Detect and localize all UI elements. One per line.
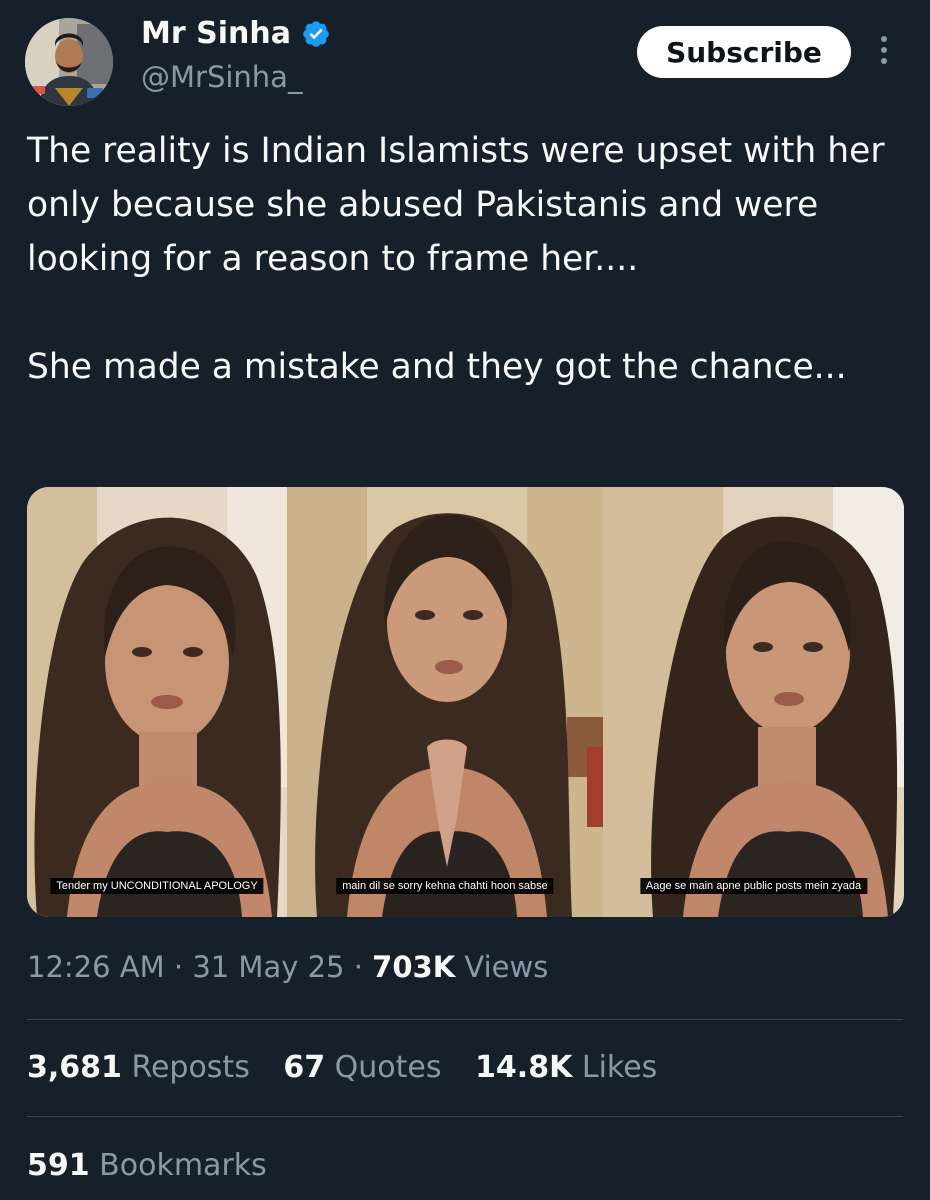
- verified-badge-icon: [303, 20, 329, 47]
- bookmarks-label: Bookmarks: [99, 1148, 267, 1183]
- meta-separator: ·: [173, 950, 184, 984]
- portrait-photo: [287, 487, 603, 917]
- author-handle[interactable]: @MrSinha_: [141, 60, 302, 94]
- subscribe-button[interactable]: Subscribe: [637, 26, 851, 78]
- video-frame-3: Aage se main apne public posts mein zyad…: [603, 487, 904, 917]
- portrait-photo: [603, 487, 904, 917]
- reposts-count: 3,681: [27, 1050, 122, 1085]
- video-caption: main dil se sorry kehna chahti hoon sabs…: [336, 878, 554, 894]
- quotes-label: Quotes: [334, 1050, 442, 1085]
- video-frame-1: Tender my UNCONDITIONAL APOLOGY: [27, 487, 287, 917]
- bookmarks-stat-inner: 591 Bookmarks: [27, 1148, 267, 1183]
- video-caption: Tender my UNCONDITIONAL APOLOGY: [50, 878, 264, 894]
- portrait-photo: [27, 487, 287, 917]
- bookmarks-count: 591: [27, 1148, 90, 1183]
- avatar-image: [25, 18, 113, 106]
- more-vertical-icon[interactable]: [872, 36, 896, 72]
- likes-stat[interactable]: 14.8K Likes: [475, 1050, 657, 1085]
- views-count: 703K: [372, 950, 456, 984]
- divider: [27, 1116, 903, 1117]
- tweet-paragraph: The reality is Indian Islamists were ups…: [27, 131, 885, 279]
- author-display-name[interactable]: Mr Sinha: [141, 16, 291, 51]
- engagement-stats: 3,681 Reposts 67 Quotes 14.8K Likes: [27, 1050, 681, 1085]
- meta-separator: ·: [353, 950, 363, 984]
- tweet-time[interactable]: 12:26 AM: [27, 950, 165, 984]
- tweet-text: The reality is Indian Islamists were ups…: [27, 124, 907, 394]
- media-image[interactable]: Tender my UNCONDITIONAL APOLOGY main dil…: [27, 487, 904, 917]
- quotes-stat[interactable]: 67 Quotes: [283, 1050, 441, 1085]
- video-caption: Aage se main apne public posts mein zyad…: [639, 878, 868, 894]
- reposts-label: Reposts: [131, 1050, 250, 1085]
- likes-label: Likes: [581, 1050, 658, 1085]
- reposts-stat[interactable]: 3,681 Reposts: [27, 1050, 250, 1085]
- tweet-date[interactable]: 31 May 25: [192, 950, 344, 984]
- bookmarks-stat[interactable]: 591 Bookmarks: [27, 1148, 267, 1183]
- tweet-meta: 12:26 AM · 31 May 25 · 703K Views: [27, 950, 548, 984]
- likes-count: 14.8K: [475, 1050, 573, 1085]
- avatar[interactable]: [25, 18, 113, 106]
- views-label: Views: [464, 950, 549, 984]
- author-name-row: Mr Sinha: [141, 16, 331, 51]
- tweet-detail: Mr Sinha @MrSinha_ Subscribe The reality…: [0, 0, 930, 1200]
- quotes-count: 67: [283, 1050, 326, 1085]
- video-frame-2: main dil se sorry kehna chahti hoon sabs…: [287, 487, 603, 917]
- divider: [27, 1019, 903, 1020]
- tweet-paragraph: She made a mistake and they got the chan…: [27, 347, 847, 387]
